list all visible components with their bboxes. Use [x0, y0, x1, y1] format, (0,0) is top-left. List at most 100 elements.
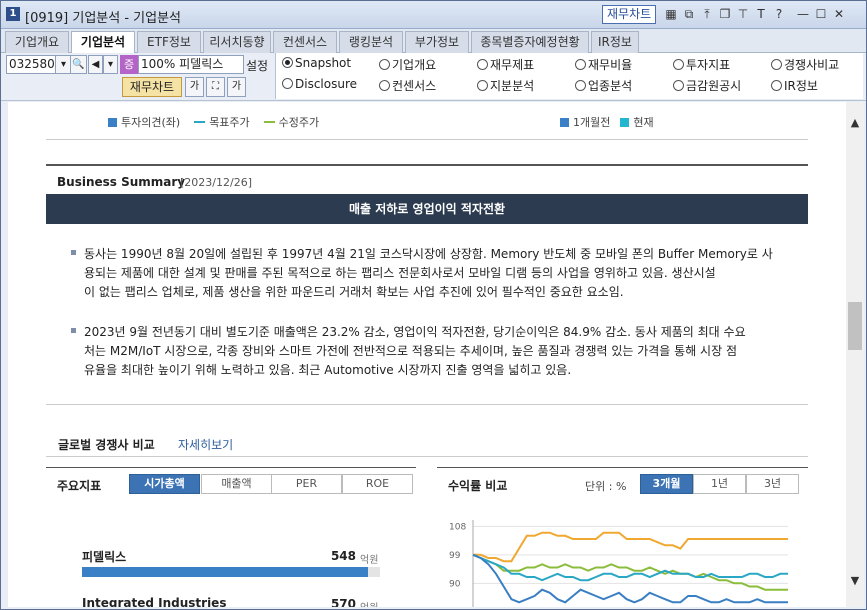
maximize-icon[interactable]: ☐	[813, 6, 829, 22]
stock-pct: 100%	[141, 57, 176, 71]
radio-label: Snapshot	[295, 56, 352, 70]
radio-option[interactable]: 업종분석	[575, 77, 632, 94]
help-icon[interactable]: ?	[771, 6, 787, 22]
returns-tab[interactable]: 1년	[693, 474, 746, 494]
close-icon[interactable]: ✕	[831, 6, 847, 22]
legend-label: 1개월전	[573, 116, 611, 129]
paragraph-line: 이 없는 팹리스 업체로, 제품 생산을 위한 파운드리 거래처 확보는 사업 …	[84, 285, 624, 299]
legend-square-icon	[560, 118, 569, 127]
radio-dot-icon	[282, 57, 293, 68]
radio-option[interactable]: 컨센서스	[379, 77, 436, 94]
expand-icon[interactable]: ⛶	[206, 77, 225, 97]
speaker-icon[interactable]: ◀	[88, 55, 103, 74]
metric-tab[interactable]: ROE	[342, 474, 413, 494]
paragraph-line: 처는 M2M/IoT 시장으로, 각종 장비와 스마트 가전에 전반적으로 적용…	[84, 344, 737, 358]
tab-7[interactable]: 부가정보	[405, 31, 469, 53]
radio-dot-icon	[771, 59, 782, 70]
radio-option[interactable]: 지분분석	[477, 77, 534, 94]
settings-label[interactable]: 설정	[246, 57, 268, 74]
legend-item: 목표주가	[194, 116, 250, 129]
tab-5[interactable]: 컨센서스	[273, 31, 337, 53]
business-summary-title: Business Summary	[57, 175, 186, 189]
radio-option[interactable]: 금감원공시	[673, 77, 741, 94]
metric-value: 570	[330, 597, 356, 607]
returns-tab[interactable]: 3개월	[640, 474, 693, 494]
tab-1[interactable]: 기업개요	[5, 31, 69, 53]
tab-4[interactable]: 리서치동향	[203, 31, 271, 53]
radio-dot-icon	[673, 80, 684, 91]
radio-option[interactable]: Snapshot	[282, 56, 351, 70]
search-icon[interactable]: 🔍	[70, 55, 87, 74]
scroll-up-icon[interactable]: ▲	[846, 116, 864, 129]
stock-name-field[interactable]: 100% 피델릭스	[138, 55, 244, 74]
bullet-icon	[71, 250, 76, 255]
legend-label: 수정주가	[278, 116, 320, 129]
radio-label: 업종분석	[588, 79, 633, 93]
paragraph-line: 동사는 1990년 8월 20일에 설립된 후 1997년 4월 21일 코스닥…	[84, 247, 773, 261]
stock-name: 피델릭스	[179, 57, 224, 71]
chevron-down-icon[interactable]: ▾	[103, 55, 118, 74]
radio-option[interactable]: 기업개요	[379, 56, 436, 73]
main-tabs: 기업개요 기업분석 ETF정보 리서치동향 컨센서스 랭킹분석 부가정보 종목별증자예정현황 I…	[1, 29, 866, 54]
returns-title: 수익률 비교	[448, 479, 508, 493]
paragraph-line: 2023년 9월 전년동기 대비 별도기준 매출액은 23.2% 감소, 영업이…	[84, 325, 746, 339]
title-bar: 1 [0919] 기업분석 - 기업분석 재무차트 ▦ ⧉ ⤒ ❐ ⊤ T? — ☐ ✕	[1, 1, 866, 29]
push-pin-icon[interactable]: ⊤	[735, 6, 751, 22]
metric-tab[interactable]: 매출액	[201, 474, 272, 494]
tab-6[interactable]: 랭킹분석	[339, 31, 403, 53]
font-smaller-icon[interactable]: 가	[185, 77, 204, 97]
scroll-thumb[interactable]	[848, 302, 862, 350]
restore-icon[interactable]: ⧉	[681, 6, 697, 22]
tab-3[interactable]: ETF정보	[137, 31, 201, 53]
legend-right: 1개월전 현재	[560, 114, 664, 130]
window-title: [0919] 기업분석 - 기업분석	[25, 11, 181, 26]
divider	[46, 404, 808, 405]
legend-label: 투자의견(좌)	[121, 116, 181, 129]
business-summary-header: Business Summary [2023/12/26]	[46, 164, 808, 194]
paragraph-line: 용되는 제품에 대한 설계 및 판매를 주된 목적으로 하는 팹리스 전문회사로…	[84, 266, 716, 280]
tab-8[interactable]: 종목별증자예정현황	[471, 31, 589, 53]
radio-option[interactable]: IR정보	[771, 77, 818, 94]
legend-square-icon	[620, 118, 630, 127]
radio-option[interactable]: 재무제표	[477, 56, 534, 73]
radio-dot-icon	[673, 59, 684, 70]
pin-icon[interactable]: ⤒	[699, 6, 715, 22]
vertical-scrollbar[interactable]: ▲ ▼	[846, 102, 864, 607]
app-window: 1 [0919] 기업분석 - 기업분석 재무차트 ▦ ⧉ ⤒ ❐ ⊤ T? — ☐ ✕ 기업개…	[0, 0, 867, 610]
toolbar: 032580 ▾ 🔍 ◀ ▾ 증 100% 피델릭스 설정 재무차트 가 ⛶ 가…	[1, 53, 866, 101]
radio-dot-icon	[477, 80, 488, 91]
radio-option[interactable]: 투자지표	[673, 56, 730, 73]
radio-option[interactable]: 재무비율	[575, 56, 632, 73]
finance-chart-button[interactable]: 재무차트	[122, 77, 182, 97]
metric-tab[interactable]: 시가총액	[129, 474, 200, 494]
font-larger-icon[interactable]: 가	[227, 77, 246, 97]
text-icon[interactable]: T	[753, 6, 769, 22]
copy-icon[interactable]: ❐	[717, 6, 733, 22]
legend-label: 목표주가	[209, 116, 250, 129]
grid-icon[interactable]: ▦	[663, 6, 679, 22]
status-badge: 증	[120, 55, 138, 74]
legend-line-icon	[194, 121, 206, 123]
finance-chart-title-button[interactable]: 재무차트	[602, 5, 657, 24]
metric-bar	[82, 567, 380, 577]
returns-chart: 108 99 90	[449, 520, 788, 607]
radio-option[interactable]: 경쟁사비교	[771, 56, 839, 73]
section-radio-group: Snapshot 기업개요 재무제표 재무비율 투자지표 경쟁사비교 Disclosure 컨…	[275, 53, 863, 99]
returns-panel: 수익률 비교 단위 : % 3개월 1년 3년 108 99 90	[437, 467, 808, 607]
returns-tab[interactable]: 3년	[746, 474, 799, 494]
radio-label: 투자지표	[686, 58, 731, 72]
minimize-icon[interactable]: —	[795, 6, 811, 22]
radio-label: Disclosure	[295, 77, 358, 91]
metric-name: Integrated Industries	[82, 596, 227, 607]
tab-2[interactable]: 기업분석	[71, 31, 135, 54]
metric-value: 548	[330, 549, 356, 563]
scroll-down-icon[interactable]: ▼	[846, 574, 864, 587]
radio-dot-icon	[575, 80, 586, 91]
tab-9[interactable]: IR정보	[591, 31, 639, 53]
radio-dot-icon	[477, 59, 488, 70]
global-compare-more-link[interactable]: 자세히보기	[178, 436, 233, 453]
radio-option[interactable]: Disclosure	[282, 77, 357, 91]
metric-tab[interactable]: PER	[271, 474, 342, 494]
metric-bar-fill	[82, 567, 369, 577]
series-line-1	[473, 531, 788, 563]
